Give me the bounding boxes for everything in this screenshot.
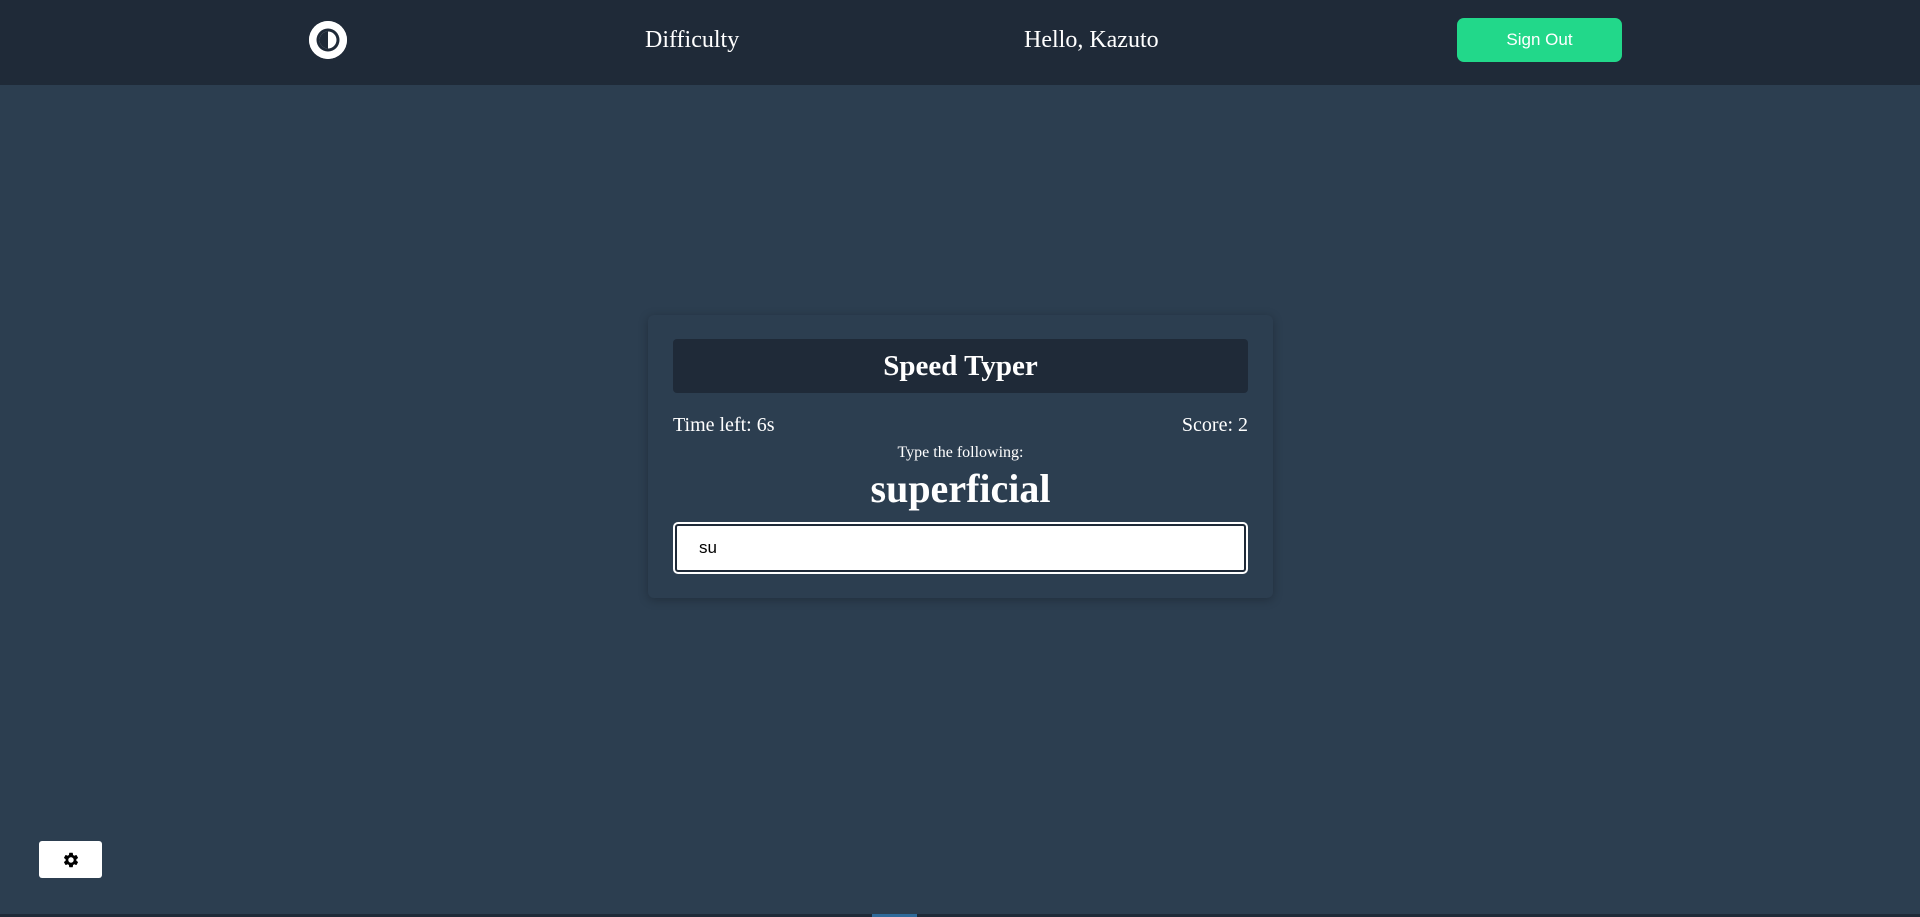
instruction-text: Type the following: — [897, 444, 1024, 461]
word-input[interactable] — [673, 522, 1248, 574]
time-left-counter: Time left: 6s — [673, 414, 775, 436]
settings-button[interactable] — [39, 841, 102, 878]
navbar: Difficulty Hello, Kazuto Sign Out — [0, 0, 1920, 85]
sign-out-button[interactable]: Sign Out — [1457, 18, 1622, 62]
contrast-icon — [309, 21, 347, 59]
game-header: Speed Typer — [673, 339, 1248, 393]
gear-icon — [63, 852, 78, 867]
user-greeting: Hello, Kazuto — [1024, 27, 1159, 53]
theme-toggle-button[interactable] — [309, 21, 347, 59]
difficulty-link[interactable]: Difficulty — [645, 24, 739, 56]
game-card: Speed Typer Time left: 6s Score: 2 Type … — [648, 315, 1273, 598]
target-word: superficial — [870, 466, 1051, 511]
game-title: Speed Typer — [883, 349, 1038, 382]
score-counter: Score: 2 — [1181, 414, 1248, 436]
